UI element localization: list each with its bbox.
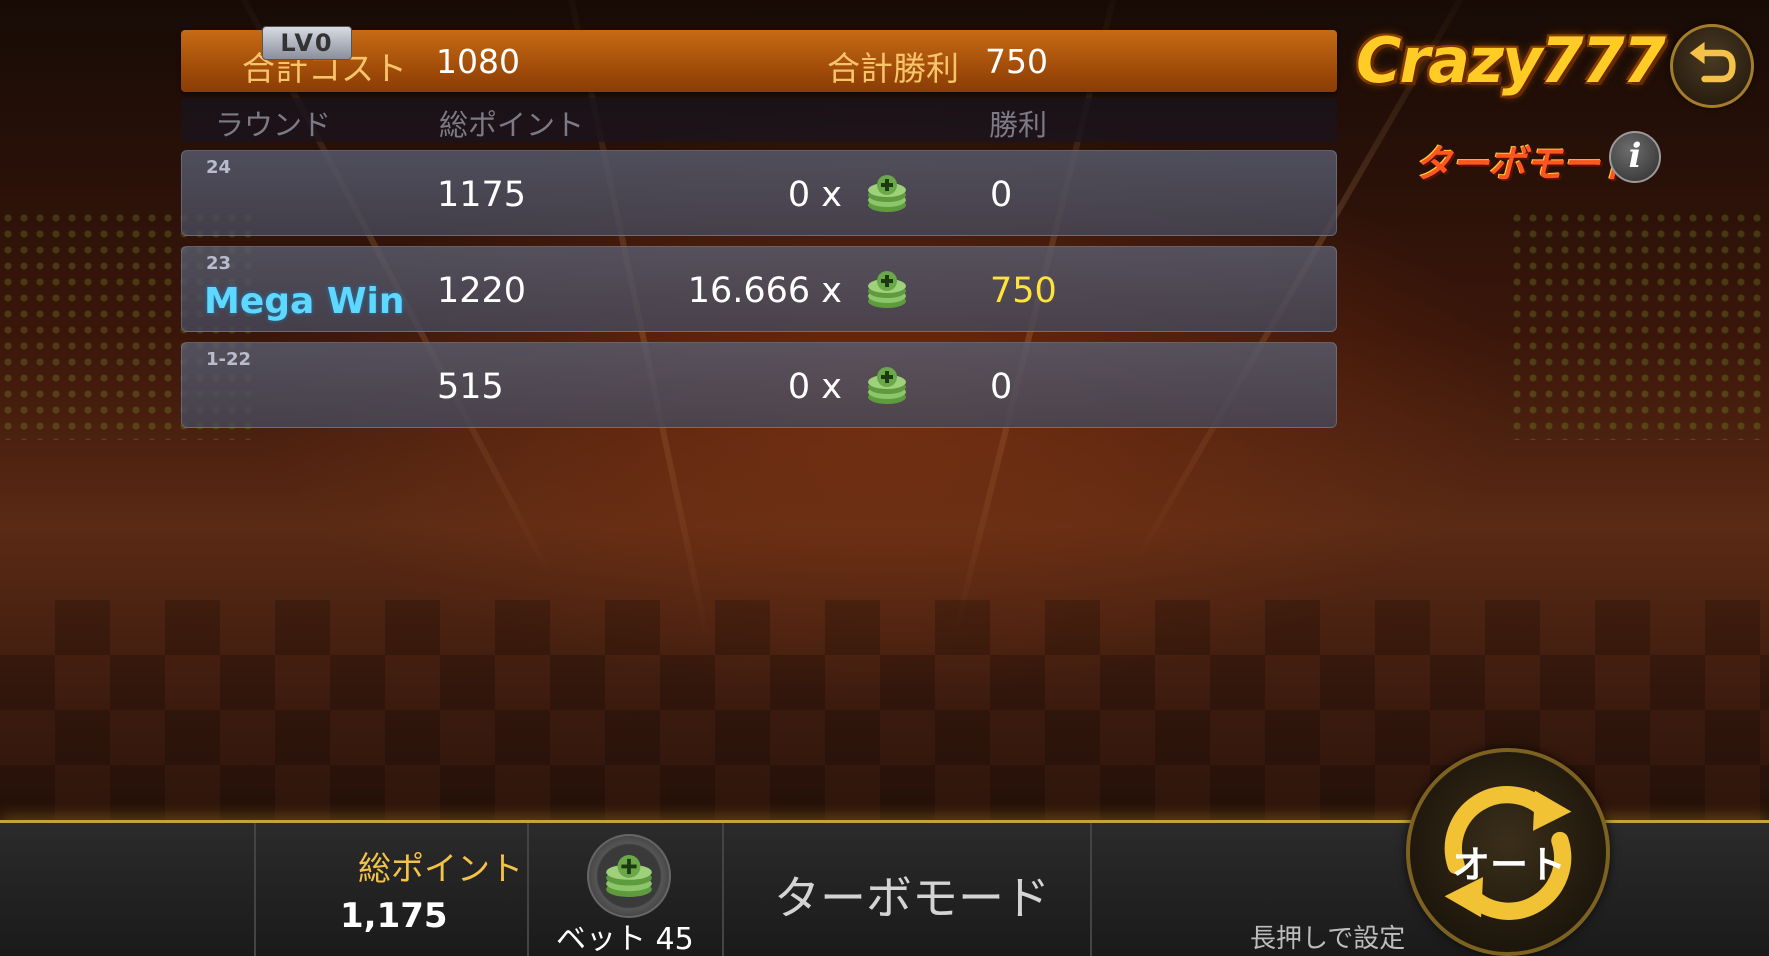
back-button[interactable] bbox=[1670, 24, 1754, 108]
history-row[interactable]: 24 1175 0 x 0 bbox=[181, 150, 1337, 236]
total-points-value: 1,175 bbox=[340, 896, 448, 936]
chip-stack-icon bbox=[606, 855, 652, 897]
turbo-mode-toggle[interactable]: ターボモード bbox=[774, 862, 1050, 928]
auto-label: オート bbox=[1452, 843, 1567, 887]
bet-button[interactable] bbox=[587, 834, 671, 918]
bet-label: ベット bbox=[556, 922, 646, 956]
bet-amount: ベット 45 bbox=[556, 914, 694, 956]
round-number: 24 bbox=[206, 157, 232, 178]
row-win: 750 bbox=[990, 271, 1057, 311]
game-logo: Crazy777 bbox=[1356, 24, 1666, 97]
history-row[interactable]: 1-22 515 0 x 0 bbox=[181, 342, 1337, 428]
column-round: ラウンド bbox=[215, 108, 332, 142]
column-win: 勝利 bbox=[989, 108, 1048, 142]
bet-value: 45 bbox=[655, 922, 694, 956]
divider bbox=[254, 823, 256, 956]
history-row[interactable]: 23 Mega Win 1220 16.666 x 750 bbox=[181, 246, 1337, 332]
total-win-value: 750 bbox=[985, 42, 1048, 81]
history-summary-bar: 合計コスト 1080 合計勝利 750 bbox=[181, 30, 1337, 92]
back-arrow-icon bbox=[1689, 41, 1736, 83]
row-points: 515 bbox=[437, 367, 504, 407]
win-badge: Mega Win bbox=[204, 281, 405, 322]
chip-stack-icon bbox=[868, 175, 906, 212]
row-points: 1175 bbox=[437, 175, 527, 215]
level-badge: LV0 bbox=[262, 26, 352, 60]
divider bbox=[527, 823, 529, 956]
round-number: 1-22 bbox=[206, 349, 252, 370]
divider bbox=[1090, 823, 1092, 956]
total-points-label: 総ポイント bbox=[358, 849, 523, 888]
row-multiplier: 0 x bbox=[787, 175, 842, 215]
history-column-header: ラウンド 総ポイント 勝利 bbox=[181, 98, 1337, 142]
info-button[interactable]: i bbox=[1609, 131, 1661, 183]
row-multiplier: 0 x bbox=[787, 367, 842, 407]
row-multiplier: 16.666 x bbox=[687, 271, 842, 311]
row-win: 0 bbox=[990, 367, 1013, 407]
row-points: 1220 bbox=[437, 271, 527, 311]
round-number: 23 bbox=[206, 253, 232, 274]
chip-stack-icon bbox=[868, 271, 906, 308]
total-win-label: 合計勝利 bbox=[827, 49, 959, 88]
hold-to-set-hint: 長押しで設定 bbox=[1250, 924, 1406, 954]
total-cost-value: 1080 bbox=[436, 42, 520, 81]
stage-lights-right bbox=[1509, 210, 1769, 440]
row-win: 0 bbox=[990, 175, 1013, 215]
divider bbox=[722, 823, 724, 956]
chip-stack-icon bbox=[868, 367, 906, 404]
turbo-mode-title: ターボモード bbox=[1414, 142, 1637, 186]
column-total-points: 総ポイント bbox=[439, 108, 585, 142]
